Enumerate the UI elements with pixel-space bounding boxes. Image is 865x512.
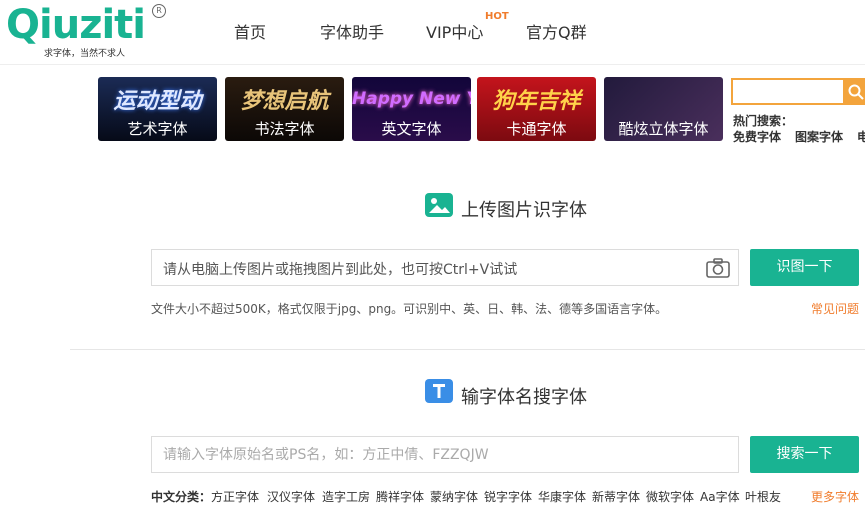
category-label: 中文分类： xyxy=(151,490,212,504)
category-link[interactable]: 微软字体 xyxy=(646,488,694,505)
image-icon xyxy=(425,193,453,217)
logo-slogan: 求字体，当然不求人 xyxy=(44,49,126,59)
category-link[interactable]: 造字工房 xyxy=(322,488,370,505)
camera-icon[interactable] xyxy=(706,258,730,282)
search-font-button[interactable]: 搜索一下 xyxy=(750,436,859,473)
banner-art-text: 梦想启航 xyxy=(240,89,329,114)
banner-art-text: 狗年吉祥 xyxy=(492,89,581,114)
name-search-section-title: 输字体名搜字体 xyxy=(461,387,587,408)
nav-font-assistant[interactable]: 字体助手 xyxy=(320,19,384,43)
category-link[interactable]: 华康字体 xyxy=(538,488,586,505)
logo-wordmark: Qiuziti xyxy=(6,2,146,48)
banner-caption: 书法字体 xyxy=(254,120,315,138)
category-link[interactable]: 蒙纳字体 xyxy=(430,488,478,505)
category-link[interactable]: 腾祥字体 xyxy=(376,488,424,505)
search-icon xyxy=(848,84,864,100)
upload-placeholder: 请从电脑上传图片或拖拽图片到此处，也可按Ctrl+V试试 xyxy=(163,262,518,278)
category-link[interactable]: 方正字体 xyxy=(211,488,259,505)
header-divider xyxy=(0,64,865,65)
nav-home[interactable]: 首页 xyxy=(234,19,266,43)
more-fonts-link[interactable]: 更多字体 xyxy=(811,488,859,505)
category-link[interactable]: 汉仪字体 xyxy=(267,488,315,505)
hot-search-link[interactable]: 免费字体 xyxy=(733,128,781,145)
category-link[interactable]: 叶根友 xyxy=(745,488,781,505)
banner-caption: 卡通字体 xyxy=(506,120,567,138)
banner-art-text: Happy New Year xyxy=(352,89,471,109)
hot-search-link[interactable]: 电 xyxy=(857,128,865,145)
site-logo[interactable]: Qiuziti R 求字体，当然不求人 xyxy=(6,2,166,60)
hot-search-link[interactable]: 图案字体 xyxy=(795,128,843,145)
banner-caption: 艺术字体 xyxy=(127,120,188,138)
upload-section-title: 上传图片识字体 xyxy=(461,200,587,221)
hot-badge: HOT xyxy=(485,11,509,22)
header-search-button[interactable] xyxy=(843,78,865,105)
image-upload-dropzone[interactable]: 请从电脑上传图片或拖拽图片到此处，也可按Ctrl+V试试 xyxy=(151,249,739,286)
font-name-search-field[interactable] xyxy=(151,436,739,473)
banner-caption: 英文字体 xyxy=(381,120,442,138)
banner-english-fonts[interactable]: Happy New Year 英文字体 xyxy=(352,77,471,141)
category-link[interactable]: 锐字字体 xyxy=(484,488,532,505)
faq-link[interactable]: 常见问题 xyxy=(811,300,859,317)
header-search-input[interactable] xyxy=(731,78,843,105)
banner-caption: 酷炫立体字体 xyxy=(618,120,709,138)
hot-search-label: 热门搜索： xyxy=(733,114,794,128)
nav-vip-center[interactable]: VIP中心 xyxy=(426,19,483,43)
text-t-icon xyxy=(425,379,453,403)
identify-image-button[interactable]: 识图一下 xyxy=(750,249,859,286)
banner-3d-fonts[interactable]: 酷炫立体字体 xyxy=(604,77,723,141)
banner-calligraphy-fonts[interactable]: 梦想启航 书法字体 xyxy=(225,77,344,141)
section-divider xyxy=(70,349,865,350)
registered-mark: R xyxy=(152,4,166,18)
banner-cartoon-fonts[interactable]: 狗年吉祥 卡通字体 xyxy=(477,77,596,141)
upload-note: 文件大小不超过500K，格式仅限于jpg、png。可识别中、英、日、韩、法、德等… xyxy=(151,302,668,316)
font-name-input[interactable] xyxy=(152,437,738,472)
banner-art-text: 运动型动 xyxy=(113,89,202,114)
nav-official-qq-group[interactable]: 官方Q群 xyxy=(526,19,587,43)
category-link[interactable]: Aa字体 xyxy=(700,488,740,505)
banner-art-fonts[interactable]: 运动型动 艺术字体 xyxy=(98,77,217,141)
category-link[interactable]: 新蒂字体 xyxy=(592,488,640,505)
